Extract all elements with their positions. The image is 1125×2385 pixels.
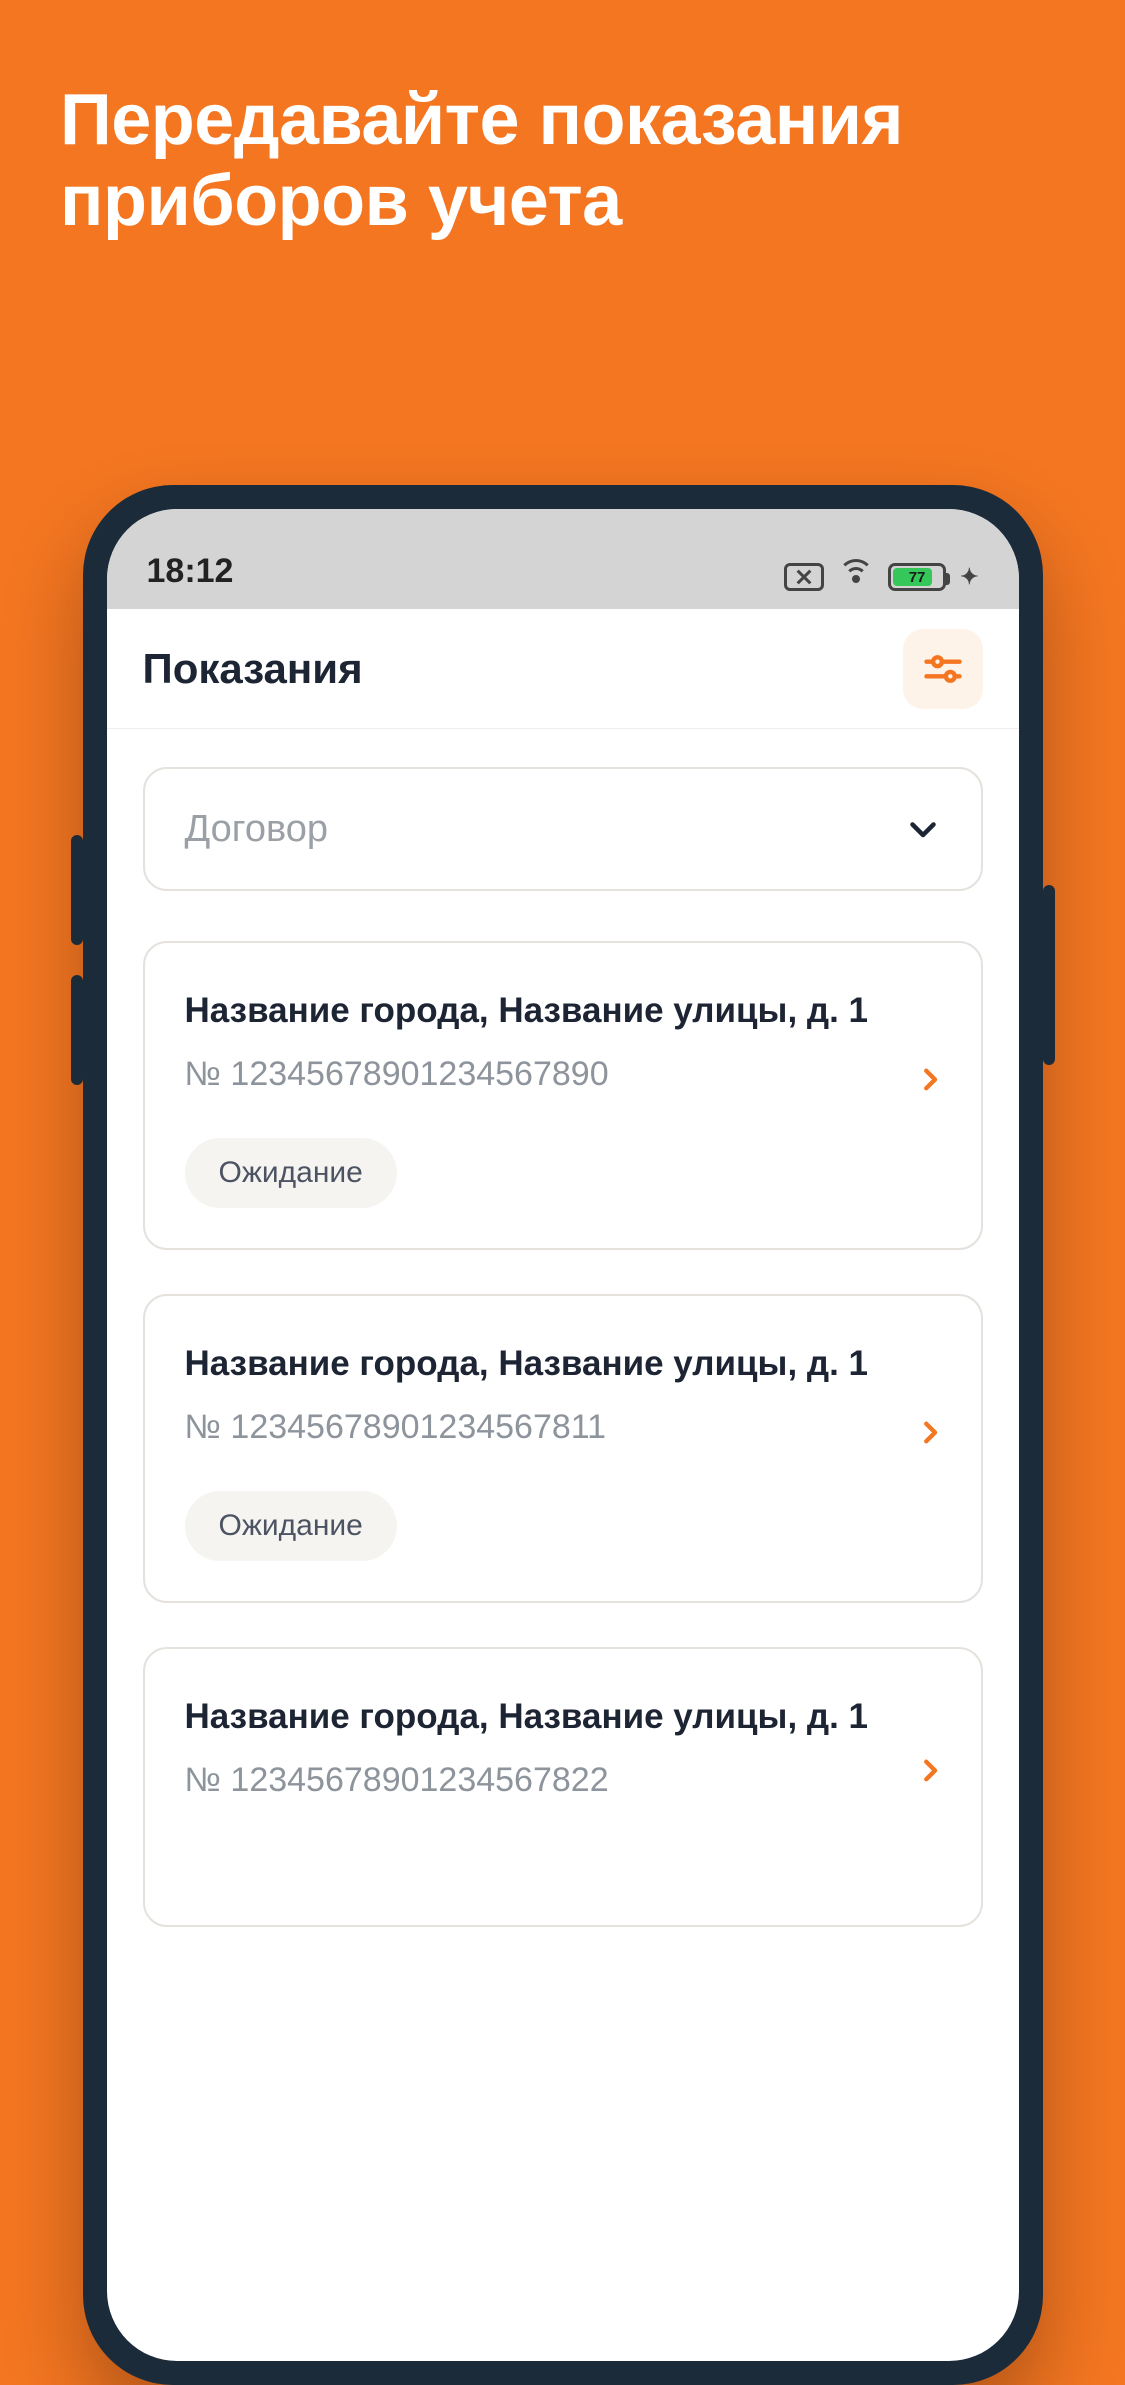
battery-icon: 77 xyxy=(888,563,946,591)
phone-side-button xyxy=(71,975,83,1085)
meter-card[interactable]: Название города, Название улицы, д. 1 № … xyxy=(143,941,983,1250)
charging-icon: ✦ xyxy=(960,564,978,590)
card-address: Название города, Название улицы, д. 1 xyxy=(185,1344,941,1384)
wifi-icon xyxy=(838,563,874,591)
card-contract-number: № 12345678901234567890 xyxy=(185,1055,941,1094)
card-address: Название города, Название улицы, д. 1 xyxy=(185,991,941,1031)
promo-title: Передавайте показания приборов учета xyxy=(0,0,1125,241)
no-sim-icon xyxy=(784,563,824,591)
battery-level: 77 xyxy=(909,569,926,586)
status-time: 18:12 xyxy=(147,552,234,591)
status-icons: 77 ✦ xyxy=(784,563,978,591)
app-header: Показания xyxy=(107,609,1019,729)
status-badge: Ожидание xyxy=(185,1138,397,1208)
chevron-right-icon xyxy=(915,1756,945,1791)
meter-card[interactable]: Название города, Название улицы, д. 1 № … xyxy=(143,1647,983,1927)
chevron-down-icon xyxy=(905,811,941,847)
sliders-icon xyxy=(921,647,965,691)
page-title: Показания xyxy=(143,645,363,693)
chevron-right-icon xyxy=(915,1417,945,1452)
phone-side-button xyxy=(1043,885,1055,1065)
card-contract-number: № 12345678901234567822 xyxy=(185,1761,941,1800)
card-contract-number: № 12345678901234567811 xyxy=(185,1408,941,1447)
phone-side-button xyxy=(71,835,83,945)
dropdown-label: Договор xyxy=(185,808,328,851)
content-area: Договор Название города, Название улицы,… xyxy=(107,729,1019,1927)
phone-screen: 18:12 77 ✦ Показания xyxy=(107,509,1019,2361)
phone-frame: 18:12 77 ✦ Показания xyxy=(83,485,1043,2385)
meter-card[interactable]: Название города, Название улицы, д. 1 № … xyxy=(143,1294,983,1603)
card-address: Название города, Название улицы, д. 1 xyxy=(185,1697,941,1737)
status-bar: 18:12 77 ✦ xyxy=(107,509,1019,609)
contract-dropdown[interactable]: Договор xyxy=(143,767,983,891)
status-badge: Ожидание xyxy=(185,1491,397,1561)
filter-button[interactable] xyxy=(903,629,983,709)
chevron-right-icon xyxy=(915,1064,945,1099)
